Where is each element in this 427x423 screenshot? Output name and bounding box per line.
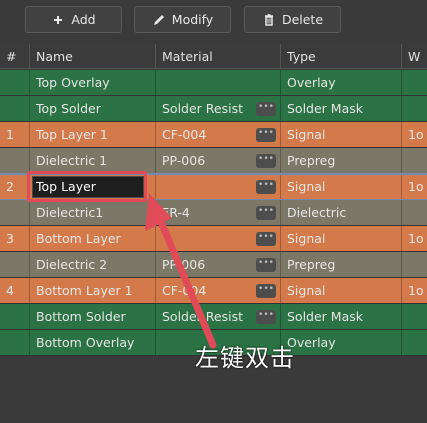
double-click-annotation: 左键双击 — [195, 344, 295, 372]
